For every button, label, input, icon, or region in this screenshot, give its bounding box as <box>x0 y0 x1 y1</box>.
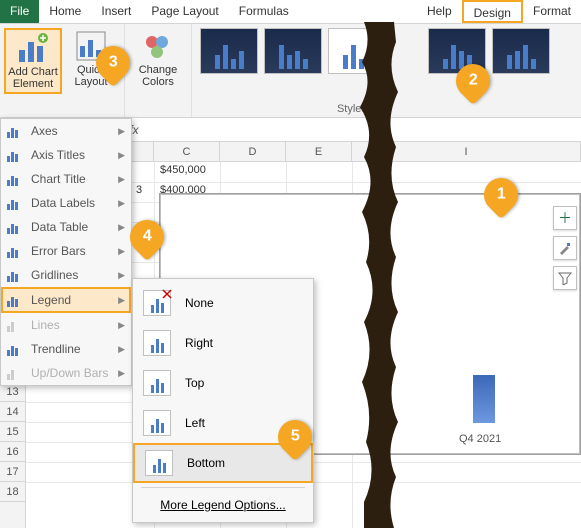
tab-design[interactable]: Design <box>462 0 523 23</box>
styles-group-label: Styles <box>337 103 367 115</box>
add-chart-element-menu: Axes▶ Axis Titles▶ Chart Title▶ Data Lab… <box>0 118 132 386</box>
chart-style-thumb[interactable] <box>200 28 258 74</box>
chart-brush-button[interactable] <box>553 236 577 260</box>
menu-data-labels[interactable]: Data Labels▶ <box>1 191 131 215</box>
chart-element-icon <box>17 32 49 64</box>
menu-trendline[interactable]: Trendline▶ <box>1 337 131 361</box>
menu-data-table[interactable]: Data Table▶ <box>1 215 131 239</box>
legend-none[interactable]: None <box>133 283 313 323</box>
legend-submenu: None Right Top Left Bottom More Legend O… <box>132 278 314 523</box>
legend-right-icon <box>143 330 171 356</box>
legend-more-options[interactable]: More Legend Options... <box>133 492 313 518</box>
chart-bar <box>473 375 495 423</box>
menu-axis-titles[interactable]: Axis Titles▶ <box>1 143 131 167</box>
menu-lines: Lines▶ <box>1 313 131 337</box>
chart-x-tick: Q4 2021 <box>459 433 501 445</box>
add-chart-element-label: Add Chart Element <box>8 66 58 90</box>
change-colors-label: Change Colors <box>131 64 185 88</box>
legend-bottom-icon <box>145 450 173 476</box>
menu-gridlines[interactable]: Gridlines▶ <box>1 263 131 287</box>
legend-right[interactable]: Right <box>133 323 313 363</box>
menu-error-bars[interactable]: Error Bars▶ <box>1 239 131 263</box>
menu-updown-bars: Up/Down Bars▶ <box>1 361 131 385</box>
tab-file[interactable]: File <box>0 0 39 23</box>
menu-axes[interactable]: Axes▶ <box>1 119 131 143</box>
change-colors-icon <box>142 30 174 62</box>
legend-top-icon <box>143 370 171 396</box>
chart-styles-gallery[interactable] <box>192 24 558 117</box>
tab-formulas[interactable]: Formulas <box>229 0 299 23</box>
tab-insert[interactable]: Insert <box>91 0 141 23</box>
cell-value: $450,000 <box>160 164 206 176</box>
chart-plus-button[interactable]: ＋ <box>553 206 577 230</box>
tab-home[interactable]: Home <box>39 0 91 23</box>
tab-help[interactable]: Help <box>417 0 462 23</box>
chart-style-thumb[interactable] <box>264 28 322 74</box>
chart-style-thumb[interactable] <box>492 28 550 74</box>
menu-legend[interactable]: Legend▶ <box>1 287 131 313</box>
menu-chart-title[interactable]: Chart Title▶ <box>1 167 131 191</box>
legend-top[interactable]: Top <box>133 363 313 403</box>
legend-none-icon <box>143 290 171 316</box>
change-colors-button[interactable]: Change Colors <box>129 28 187 90</box>
chart-filter-button[interactable] <box>553 266 577 290</box>
tab-page-layout[interactable]: Page Layout <box>141 0 228 23</box>
add-chart-element-button[interactable]: Add Chart Element <box>4 28 62 94</box>
chart-style-thumb[interactable] <box>328 28 386 74</box>
cell-value: 3 <box>136 184 142 196</box>
legend-left-icon <box>143 410 171 436</box>
tab-format[interactable]: Format <box>523 0 581 23</box>
